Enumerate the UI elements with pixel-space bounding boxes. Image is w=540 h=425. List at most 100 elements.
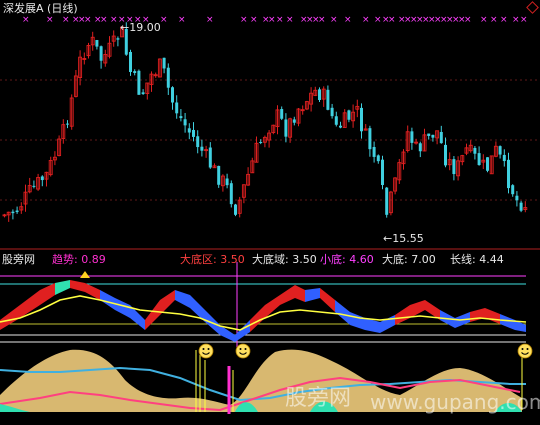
cross-marker-icon: × bbox=[240, 15, 248, 25]
small-bottom-value: 4.60 bbox=[349, 253, 374, 266]
candle-body bbox=[234, 204, 237, 215]
candle-body bbox=[439, 131, 443, 144]
candle-body bbox=[280, 109, 284, 119]
long-line-value: 4.44 bbox=[479, 253, 504, 266]
period-label: (日线) bbox=[47, 2, 78, 15]
bottom-zone-label: 大底区: bbox=[180, 253, 217, 266]
candle-body bbox=[381, 159, 384, 186]
smiley-icon bbox=[517, 343, 533, 359]
candle-body bbox=[15, 210, 19, 213]
candlestick-series bbox=[2, 22, 528, 222]
warning-triangle-icon bbox=[80, 271, 90, 278]
ribbon-segment bbox=[320, 288, 335, 312]
candle-body bbox=[179, 116, 183, 119]
candle-body bbox=[11, 211, 15, 214]
ribbon-segment bbox=[335, 300, 350, 325]
candle-body bbox=[32, 185, 36, 187]
candle-body bbox=[347, 110, 351, 120]
big-bottom-readout: 大底: 7.00 bbox=[382, 253, 436, 266]
candle-body bbox=[225, 178, 229, 186]
candle-body bbox=[292, 119, 296, 123]
big-bottom-value: 7.00 bbox=[411, 253, 436, 266]
ribbon-segment bbox=[305, 288, 320, 302]
high-price-label: ←19.00 bbox=[120, 21, 161, 34]
cross-marker-icon: × bbox=[62, 15, 70, 25]
trend-ribbon bbox=[0, 280, 526, 342]
candle-body bbox=[519, 202, 523, 211]
candle-body bbox=[330, 107, 334, 117]
cross-marker-icon: × bbox=[388, 15, 396, 25]
candle-body bbox=[452, 159, 456, 175]
ribbon-segment bbox=[485, 308, 500, 324]
candle-body bbox=[368, 128, 372, 150]
candle-body bbox=[326, 89, 330, 110]
candle-body bbox=[339, 125, 342, 128]
candle-body bbox=[99, 46, 103, 61]
website-label: 股旁网 bbox=[2, 253, 35, 266]
cross-marker-icon: × bbox=[276, 15, 284, 25]
ribbon-segment bbox=[410, 300, 425, 318]
cross-marker-icon: × bbox=[206, 15, 214, 25]
ribbon-segment bbox=[395, 305, 410, 325]
candle-body bbox=[133, 71, 137, 73]
big-bottom-label: 大底: bbox=[382, 253, 408, 266]
smiley-icon bbox=[235, 343, 251, 359]
candle-body bbox=[477, 153, 481, 166]
candle-body bbox=[40, 176, 44, 181]
candle-body bbox=[137, 70, 141, 95]
cross-marker-icon: × bbox=[178, 15, 186, 25]
candle-body bbox=[129, 51, 132, 72]
cross-marker-icon: × bbox=[344, 15, 352, 25]
cross-marker-icon: × bbox=[250, 15, 258, 25]
long-line-label: 长线: bbox=[450, 253, 476, 266]
candle-body bbox=[284, 119, 288, 137]
candle-body bbox=[162, 57, 166, 69]
ribbon-segment bbox=[55, 280, 70, 295]
cross-marker-icon: × bbox=[500, 15, 508, 25]
candle-body bbox=[376, 155, 380, 162]
candle-body bbox=[511, 185, 515, 195]
candle-body bbox=[410, 131, 414, 143]
bottom-domain-label: 大底域: bbox=[252, 253, 289, 266]
ribbon-segment bbox=[470, 308, 485, 322]
cross-marker-icon: × bbox=[464, 15, 472, 25]
long-line-readout: 长线: 4.44 bbox=[450, 253, 504, 266]
ribbon-segment bbox=[380, 315, 395, 333]
candle-body bbox=[385, 187, 389, 215]
candle-body bbox=[116, 38, 120, 40]
smiley-icon bbox=[198, 343, 214, 359]
cross-marker-icon: × bbox=[100, 15, 108, 25]
cross-marker-icon: × bbox=[330, 15, 338, 25]
bottom-domain-value: 3.50 bbox=[292, 253, 317, 266]
trend-readout: 趋势: 0.89 bbox=[52, 253, 106, 266]
ribbon-segment bbox=[40, 283, 55, 305]
cross-marker-icon: × bbox=[362, 15, 370, 25]
candle-body bbox=[515, 195, 519, 201]
small-bottom-label: 小底: bbox=[320, 253, 346, 266]
cross-marker-icon: × bbox=[374, 15, 382, 25]
ribbon-segment bbox=[280, 285, 295, 305]
cross-marker-icon: × bbox=[490, 15, 498, 25]
low-price-label: ←15.55 bbox=[383, 232, 424, 245]
candle-body bbox=[95, 40, 99, 47]
ribbon-segment bbox=[175, 290, 190, 308]
watermark-url: www.gupang.com bbox=[370, 390, 540, 414]
candle-body bbox=[318, 89, 321, 100]
candle-body bbox=[259, 141, 263, 143]
ribbon-segment bbox=[500, 314, 515, 330]
candle-body bbox=[141, 92, 145, 95]
bottom-zone-value: 3.50 bbox=[220, 253, 245, 266]
candle-body bbox=[183, 119, 187, 126]
cross-marker-icon: × bbox=[286, 15, 294, 25]
ribbon-segment bbox=[295, 285, 305, 302]
stock-name: 深发展A bbox=[3, 2, 44, 15]
candle-body bbox=[196, 136, 200, 148]
ribbon-segment bbox=[0, 305, 20, 330]
ribbon-segment bbox=[350, 312, 365, 330]
cross-marker-icon: × bbox=[160, 15, 168, 25]
watermark-cn: 股旁网 bbox=[285, 386, 352, 411]
candle-body bbox=[486, 157, 489, 171]
cross-marker-icon: × bbox=[84, 15, 92, 25]
cross-marker-icon: × bbox=[22, 15, 30, 25]
trend-value: 0.89 bbox=[81, 253, 106, 266]
